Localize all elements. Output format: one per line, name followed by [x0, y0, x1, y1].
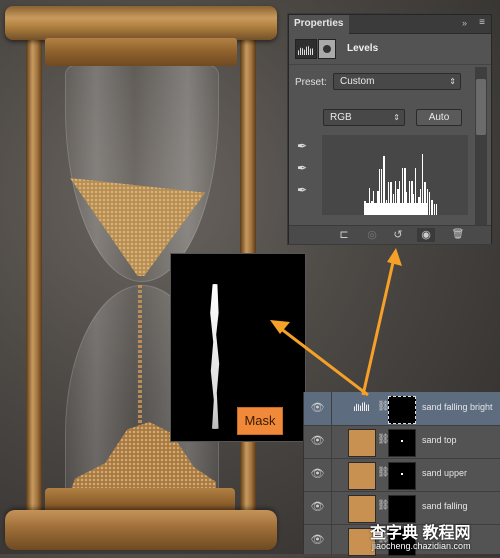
mask-properties-icon[interactable]	[318, 39, 336, 59]
delete-icon[interactable]: 🗑	[449, 228, 467, 242]
view-previous-state-icon[interactable]: ◎	[363, 228, 381, 242]
input-level-sliders[interactable]	[318, 215, 468, 231]
levels-adjustment-icon[interactable]	[295, 39, 317, 59]
watermark-text: 查字典 教程网	[370, 525, 471, 542]
falling-sand-stream	[138, 285, 142, 430]
layer-name: sand falling bright	[422, 402, 493, 412]
reset-icon[interactable]: ↺	[389, 228, 407, 242]
levels-adjustment-icon	[354, 401, 370, 411]
eye-icon[interactable]: 👁	[304, 524, 332, 557]
properties-panel: Properties » ≡ Levels Preset: Custom ⇕ R…	[288, 14, 492, 244]
mask-dot	[401, 440, 403, 442]
eye-icon[interactable]: 👁	[304, 425, 332, 458]
panel-menu-icon[interactable]: ≡	[479, 17, 485, 28]
mask-label: Mask	[237, 407, 283, 435]
layer-name: sand falling	[422, 501, 468, 511]
mask-stroke	[210, 284, 220, 429]
histogram-bar	[431, 200, 433, 215]
white-point-eyedropper-icon[interactable]: ✒	[297, 183, 309, 197]
mask-dot	[401, 473, 403, 475]
layer-name: sand top	[422, 435, 457, 445]
properties-footer: ⊏ ◎ ↺ ◉ 🗑	[289, 225, 491, 244]
layer-thumbnail[interactable]	[348, 429, 376, 457]
eye-icon[interactable]: 👁	[304, 392, 332, 425]
tab-properties[interactable]: Properties	[289, 15, 349, 34]
preset-select[interactable]: Custom ⇕	[333, 73, 461, 90]
eye-icon[interactable]: 👁	[304, 458, 332, 491]
properties-tab-bar: Properties » ≡	[289, 15, 491, 34]
black-point-eyedropper-icon[interactable]: ✒	[297, 139, 309, 153]
layer-mask-thumbnail[interactable]	[388, 396, 416, 424]
updown-icon: ⇕	[449, 77, 456, 86]
channel-select[interactable]: RGB ⇕	[323, 109, 405, 126]
toggle-visibility-icon[interactable]: ◉	[417, 228, 435, 242]
hourglass-top-ring	[45, 38, 237, 66]
layer-mask-thumbnail[interactable]	[388, 462, 416, 490]
histogram-base	[364, 203, 427, 215]
properties-scrollbar[interactable]	[475, 67, 487, 227]
histogram-bar	[429, 192, 430, 215]
adjustment-title: Levels	[347, 43, 379, 54]
layer-mask-thumbnail[interactable]	[388, 429, 416, 457]
layer-row[interactable]: 👁 ⛓ sand top	[304, 425, 500, 459]
layer-row[interactable]: 👁 ⛓ sand upper	[304, 458, 500, 492]
layer-row[interactable]: 👁 ⛓ sand falling bright	[304, 392, 500, 426]
updown-icon: ⇕	[393, 113, 400, 122]
scroll-thumb[interactable]	[476, 79, 486, 135]
levels-histogram	[322, 135, 468, 215]
preset-value: Custom	[340, 76, 375, 87]
histogram-bar	[436, 204, 437, 215]
auto-button[interactable]: Auto	[416, 109, 462, 126]
watermark: 查字典 教程网 jiaocheng.chazidian.com	[370, 519, 500, 554]
histogram-bar	[434, 204, 435, 215]
preset-label: Preset:	[295, 77, 327, 88]
layer-thumbnail[interactable]	[348, 462, 376, 490]
hourglass-left-pillar-body	[26, 40, 42, 530]
channel-value: RGB	[330, 112, 352, 123]
hourglass-top-plate	[5, 6, 277, 40]
clip-to-layer-icon[interactable]: ⊏	[335, 228, 353, 242]
watermark-url: jiaocheng.chazidian.com	[372, 541, 471, 551]
adjustment-header: Levels	[289, 34, 491, 65]
mask-preview: Mask	[170, 253, 306, 442]
histogram-bar	[427, 189, 428, 215]
histogram-bars	[322, 135, 468, 215]
gray-point-eyedropper-icon[interactable]: ✒	[297, 161, 309, 175]
collapse-panel-icon[interactable]: »	[462, 18, 467, 28]
layer-name: sand upper	[422, 468, 468, 478]
arrow-to-properties	[361, 248, 402, 396]
eye-icon[interactable]: 👁	[304, 491, 332, 524]
hourglass-base-plate	[5, 510, 277, 550]
